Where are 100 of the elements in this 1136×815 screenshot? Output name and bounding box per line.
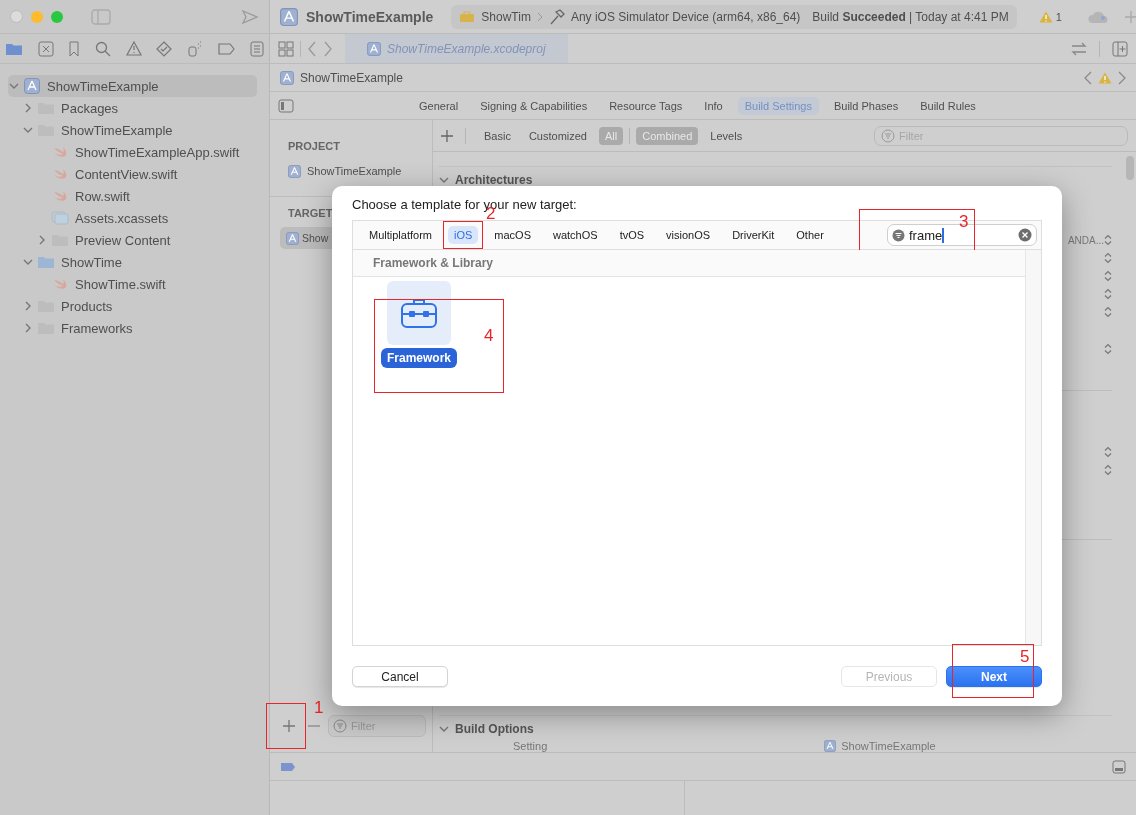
annotation-box <box>266 703 306 749</box>
chevron-right-icon[interactable] <box>23 323 33 333</box>
swap-icon[interactable] <box>1071 41 1087 56</box>
annotation-number: 5 <box>1020 648 1030 665</box>
navigator-item[interactable]: Row.swift <box>8 185 257 207</box>
platform-tab[interactable]: visionOS <box>660 226 717 244</box>
navigator-item[interactable]: ShowTimeExample <box>8 119 257 141</box>
platform-tab[interactable]: Other <box>790 226 830 244</box>
stepper-icon[interactable] <box>1104 343 1112 355</box>
primary-button[interactable]: Next <box>946 666 1042 687</box>
navigator-item[interactable]: Preview Content <box>8 229 257 251</box>
add-panel-icon[interactable] <box>1112 40 1128 57</box>
editor-tab[interactable]: Build Phases <box>826 96 906 115</box>
cloud-icon[interactable] <box>1087 9 1108 24</box>
chevron-right-icon[interactable] <box>536 11 543 22</box>
back-icon[interactable] <box>1084 70 1092 85</box>
navigator-item[interactable]: ShowTimeExampleApp.swift <box>8 141 257 163</box>
project-item[interactable]: ShowTimeExample <box>280 160 432 182</box>
filter-tab[interactable]: Customized <box>522 126 593 145</box>
chevron-down-icon[interactable] <box>439 175 449 185</box>
stepper-icon[interactable] <box>1104 306 1112 318</box>
swift-file-icon <box>52 277 68 291</box>
hammer-icon <box>548 8 565 25</box>
section-title: Architectures <box>455 173 533 187</box>
chevron-down-icon[interactable] <box>23 257 33 267</box>
scrollbar-thumb[interactable] <box>1126 156 1134 180</box>
template-tile[interactable] <box>387 281 451 345</box>
search-icon[interactable] <box>94 40 111 57</box>
column-header: ShowTimeExample <box>841 740 936 752</box>
folder-icon[interactable] <box>5 41 23 56</box>
platform-tab[interactable]: macOS <box>488 226 537 244</box>
chevron-down-icon[interactable] <box>9 81 19 91</box>
diamond-check-icon[interactable] <box>156 40 173 57</box>
forward-icon[interactable] <box>1118 70 1126 85</box>
warning-icon[interactable] <box>125 41 142 56</box>
editor-tab[interactable]: Build Rules <box>913 96 983 115</box>
tag-icon[interactable] <box>280 761 296 772</box>
app-icon <box>824 740 837 752</box>
send-icon[interactable] <box>241 8 259 25</box>
run-destination[interactable]: Any iOS Simulator Device (arm64, x86_64) <box>570 9 801 24</box>
editor-tab[interactable]: Info <box>697 96 730 115</box>
swift-file-icon <box>52 167 68 181</box>
clear-icon[interactable] <box>1018 228 1032 242</box>
app-icon <box>286 231 299 245</box>
chevron-down-icon[interactable] <box>439 724 449 734</box>
add-icon[interactable] <box>441 129 453 142</box>
zoom-button[interactable] <box>51 10 63 23</box>
template-label[interactable]: Framework <box>381 348 457 368</box>
stepper-icon[interactable] <box>1104 252 1112 264</box>
breadcrumb[interactable]: ShowTimeExample <box>300 70 403 85</box>
navigator-item[interactable]: Assets.xcassets <box>8 207 257 229</box>
window-title: ShowTimeExample <box>306 8 434 25</box>
stepper-icon[interactable] <box>1104 288 1112 300</box>
navigator-item[interactable]: Packages <box>8 97 257 119</box>
grid-icon[interactable] <box>278 40 294 57</box>
swift-file-icon <box>52 145 68 159</box>
filter-tab[interactable]: Basic <box>478 126 517 145</box>
platform-tab[interactable]: watchOS <box>547 226 604 244</box>
navigator-item[interactable]: ShowTimeExample <box>8 75 257 97</box>
close-button[interactable] <box>10 10 23 23</box>
navigator-item[interactable]: ShowTime.swift <box>8 273 257 295</box>
navigator-item[interactable]: Products <box>8 295 257 317</box>
sidebar-toggle-icon[interactable] <box>91 8 111 25</box>
editor-tab[interactable]: Signing & Capabilities <box>473 96 595 115</box>
editor-tab[interactable]: Resource Tags <box>602 96 690 115</box>
app-icon <box>367 41 381 56</box>
view-tab[interactable]: Levels <box>704 126 749 145</box>
platform-tab[interactable]: tvOS <box>613 226 651 244</box>
app-icon <box>24 78 40 94</box>
warning-count: 1 <box>1055 10 1062 23</box>
chevron-down-icon[interactable] <box>23 125 33 135</box>
warning-icon[interactable] <box>1098 71 1112 84</box>
section-title: Build Options <box>455 722 534 736</box>
scheme-name[interactable]: ShowTim <box>481 9 531 24</box>
dialog-button[interactable]: Cancel <box>352 666 448 687</box>
platform-tab[interactable]: iOS <box>447 226 479 244</box>
warning-icon[interactable] <box>1038 10 1053 23</box>
platform-tab[interactable]: DriverKit <box>726 226 781 244</box>
sidebar-toggle-icon[interactable] <box>278 98 294 113</box>
stepper-icon[interactable] <box>1104 270 1112 282</box>
close-icon[interactable] <box>37 40 54 57</box>
add-icon[interactable] <box>1123 9 1136 24</box>
bookmark-icon[interactable] <box>68 40 81 57</box>
chevron-right-icon[interactable] <box>37 235 47 245</box>
stepper-icon[interactable] <box>1104 464 1112 476</box>
chevron-right-icon[interactable] <box>23 301 33 311</box>
forward-icon[interactable] <box>323 40 333 57</box>
navigator-item[interactable]: Frameworks <box>8 317 257 339</box>
spray-icon[interactable] <box>186 40 203 57</box>
navigator-item[interactable]: ContentView.swift <box>8 163 257 185</box>
editor-tab[interactable]: General <box>412 96 466 115</box>
stepper-icon[interactable] <box>1104 234 1112 246</box>
panel-icon[interactable] <box>1112 759 1126 774</box>
platform-tab[interactable]: Multiplatform <box>363 226 438 244</box>
list-icon[interactable] <box>250 40 264 57</box>
chevron-right-icon[interactable] <box>23 103 33 113</box>
back-icon[interactable] <box>307 40 317 57</box>
tag-icon[interactable] <box>217 42 236 55</box>
navigator-item[interactable]: ShowTime <box>8 251 257 273</box>
stepper-icon[interactable] <box>1104 446 1112 458</box>
